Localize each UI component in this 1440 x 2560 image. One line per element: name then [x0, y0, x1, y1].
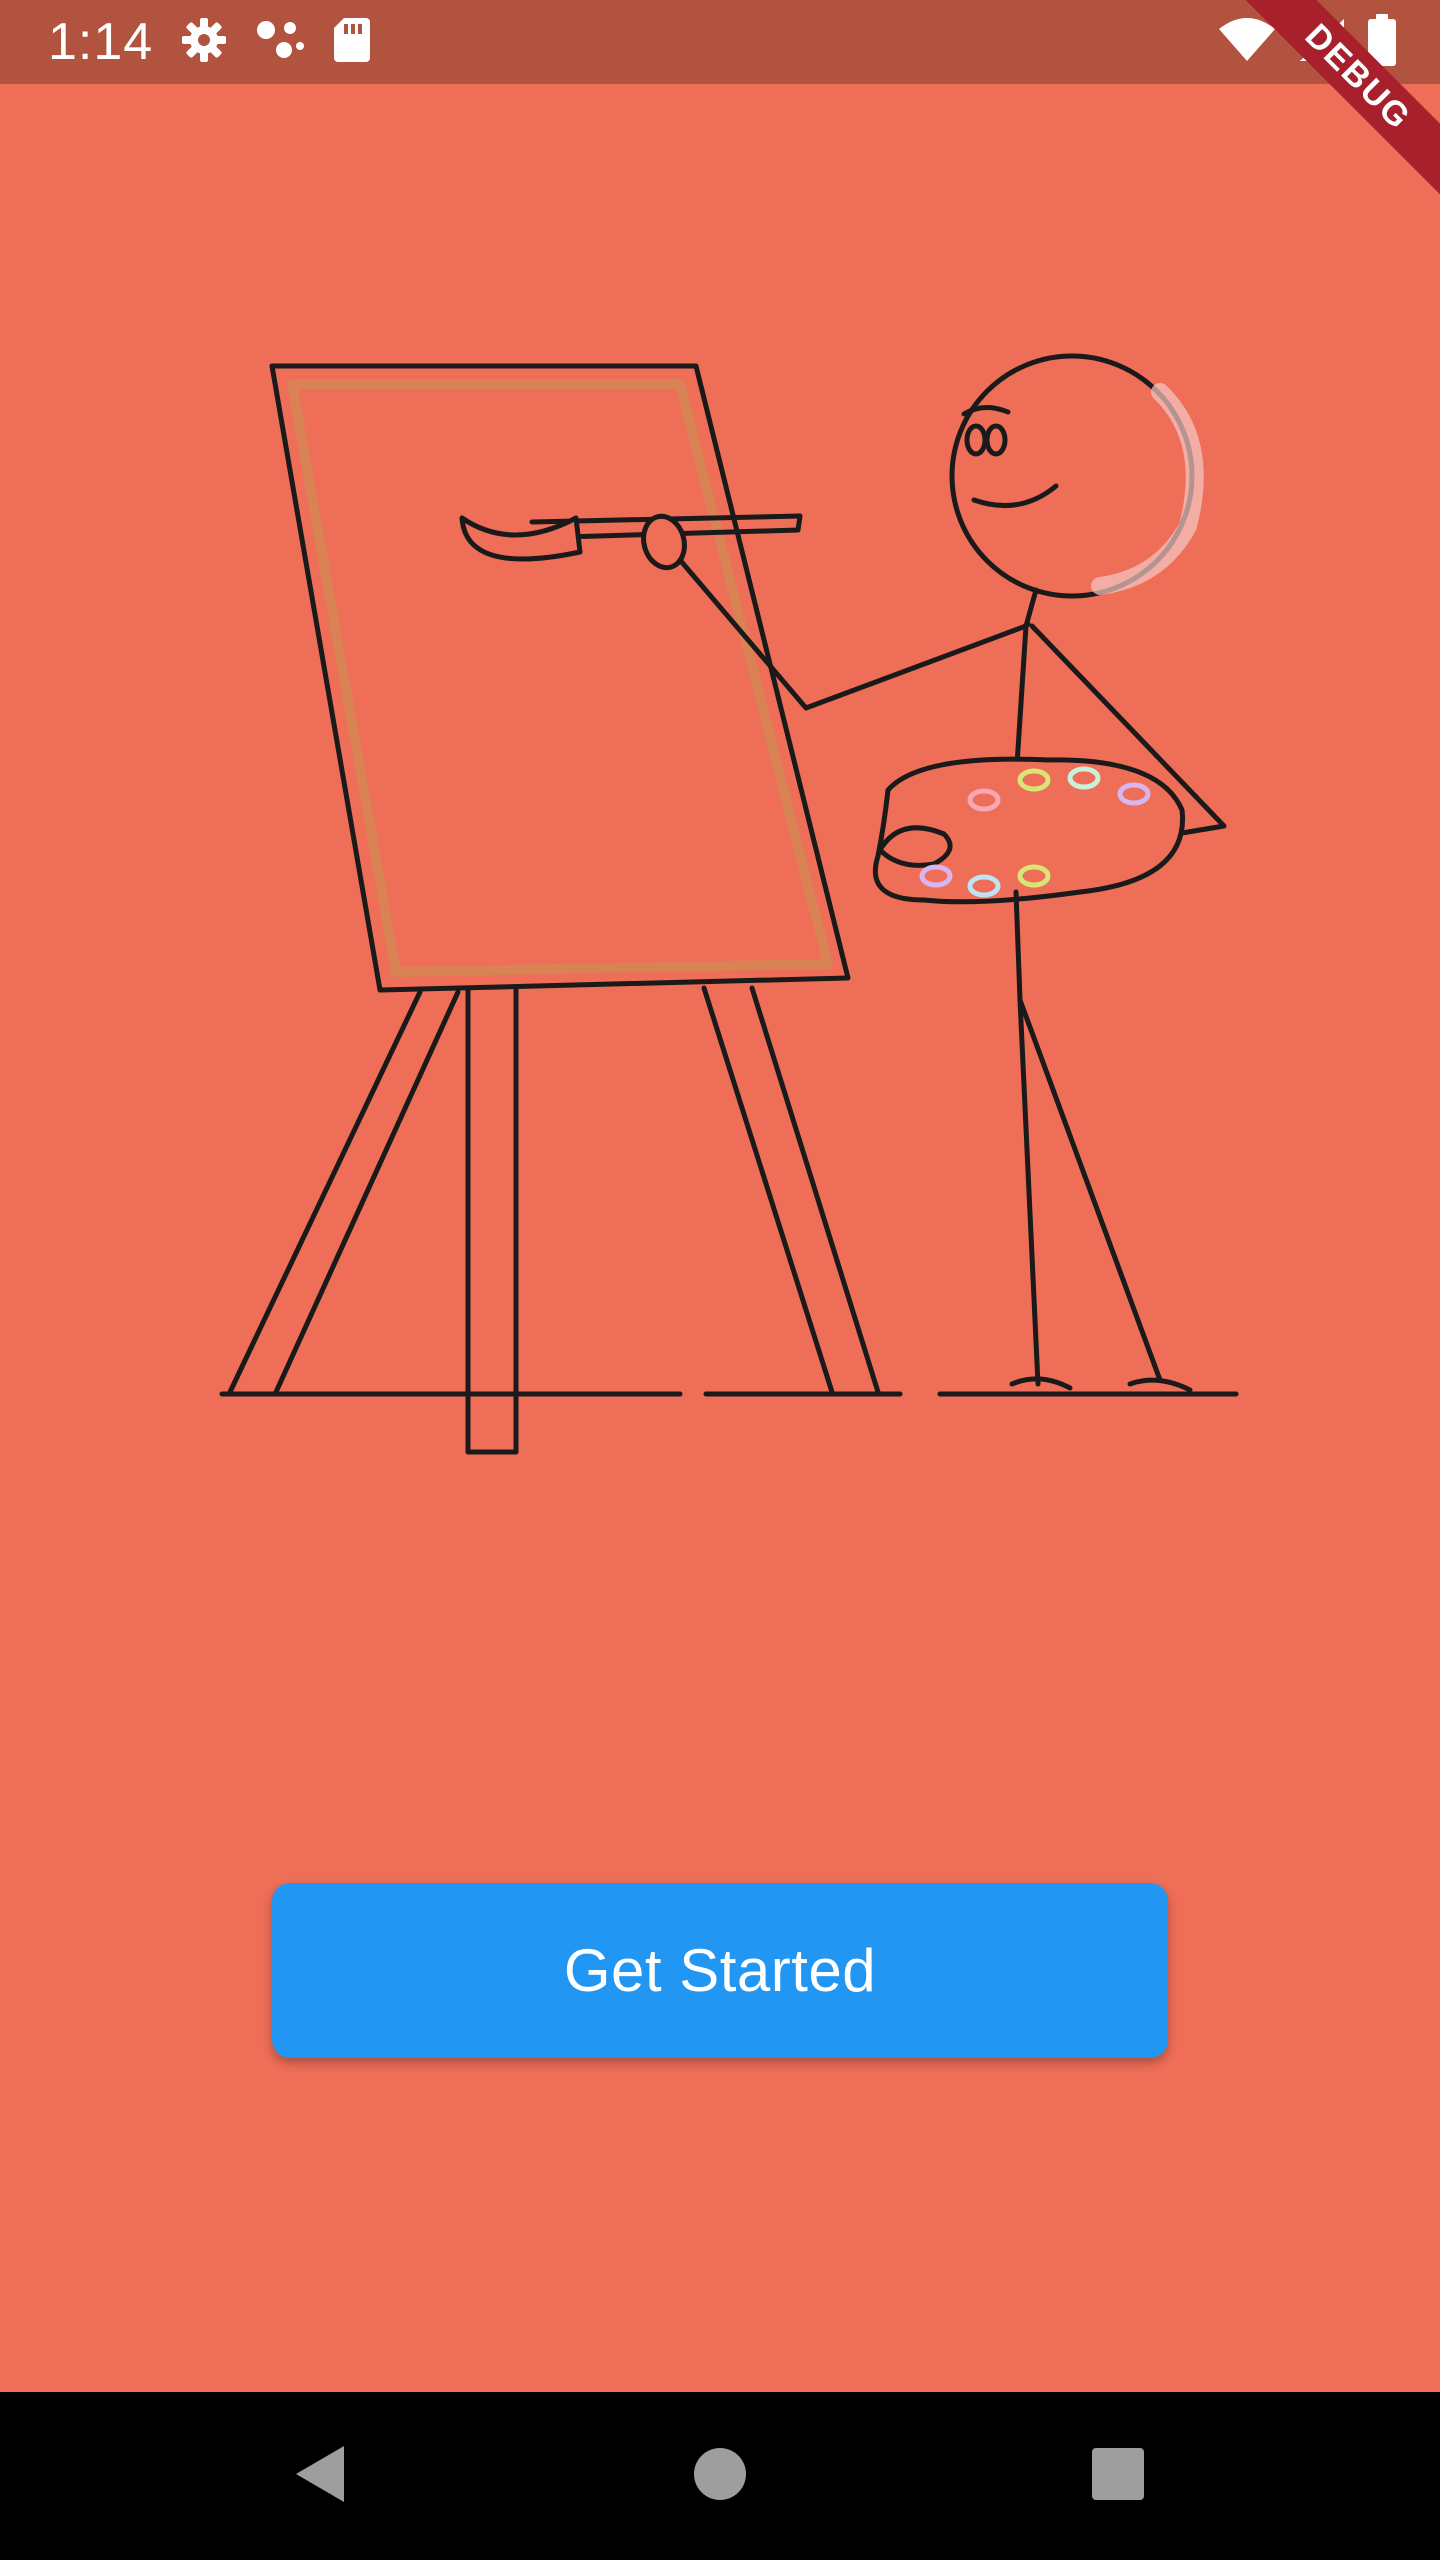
assistant-icon	[254, 16, 306, 69]
status-time: 1:14	[48, 13, 154, 71]
navigation-bar	[0, 2392, 1440, 2560]
cellular-icon	[1298, 17, 1346, 68]
status-notification-icons	[180, 16, 372, 68]
home-icon	[692, 2446, 748, 2507]
recents-button[interactable]	[1068, 2426, 1168, 2526]
status-bar: 1:14	[0, 0, 1440, 84]
status-system-icons	[1218, 13, 1396, 71]
sd-card-icon	[332, 16, 372, 69]
recents-icon	[1090, 2446, 1146, 2507]
battery-icon	[1368, 13, 1396, 71]
gear-icon	[180, 16, 228, 69]
back-button[interactable]	[270, 2426, 370, 2526]
home-button[interactable]	[670, 2426, 770, 2526]
stick-figure-painter-illustration	[200, 340, 1260, 1470]
get-started-button[interactable]: Get Started	[272, 1883, 1168, 2058]
illustration-graphic	[219, 353, 1239, 1455]
wifi-icon	[1218, 17, 1276, 68]
back-icon	[290, 2442, 350, 2511]
